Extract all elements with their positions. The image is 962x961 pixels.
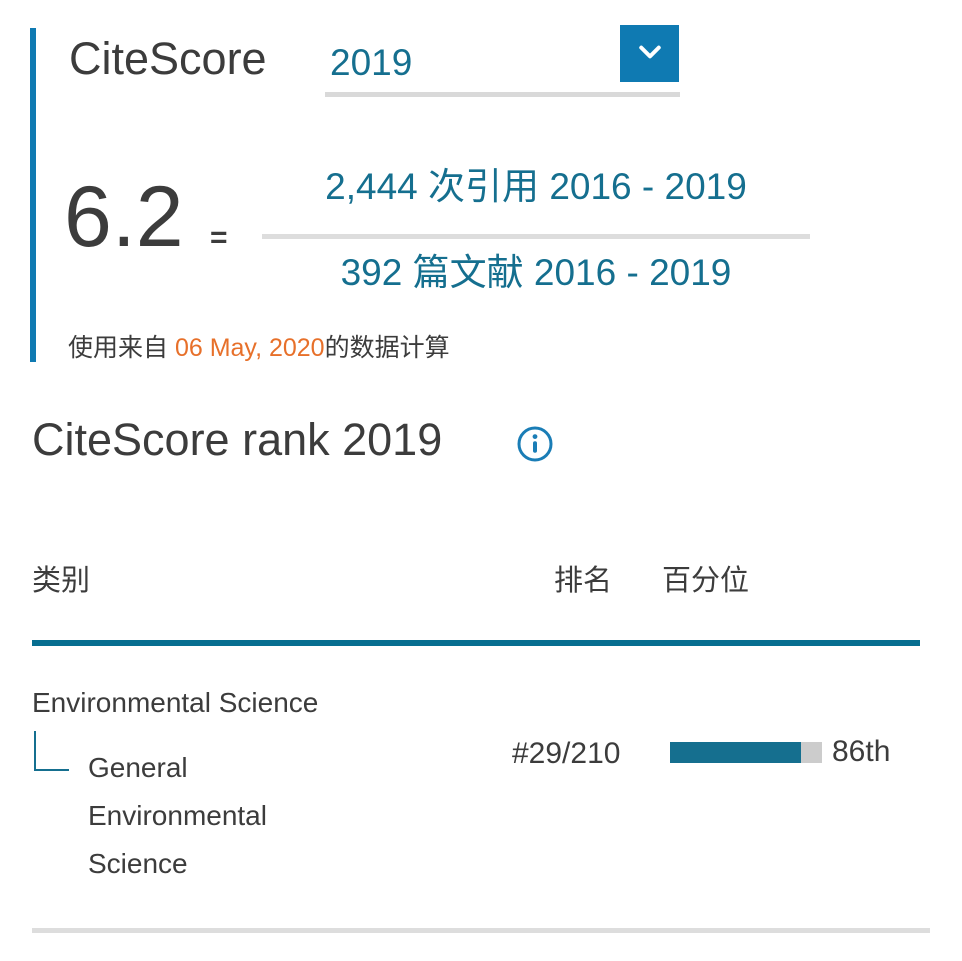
note-prefix: 使用来自 (68, 334, 175, 362)
info-icon (516, 451, 554, 466)
percentile-bar (670, 742, 822, 763)
note-date: 06 May, 2020 (175, 334, 325, 362)
citescore-value: 6.2 (64, 170, 184, 265)
calculation-note: 使用来自 06 May, 2020的数据计算 (68, 328, 450, 364)
rank-heading: CiteScore rank 2019 (32, 414, 442, 466)
info-button[interactable] (516, 425, 554, 463)
column-header-percentile: 百分位 (662, 557, 749, 599)
percentile-bar-fill (670, 742, 801, 763)
rank-value: #29/210 (512, 737, 620, 771)
chevron-down-icon (635, 37, 665, 70)
formula-denominator: 392 篇文献 2016 - 2019 (262, 239, 810, 299)
parent-category-label: Environmental Science (32, 687, 318, 719)
formula-numerator: 2,444 次引用 2016 - 2019 (262, 132, 810, 234)
accent-bar (30, 28, 36, 362)
tree-branch-icon (34, 731, 69, 771)
year-select-underline (325, 92, 680, 97)
note-suffix: 的数据计算 (325, 334, 450, 362)
year-select-value[interactable]: 2019 (330, 42, 412, 84)
citescore-title: CiteScore (69, 33, 267, 85)
citescore-formula: 2,444 次引用 2016 - 2019 392 篇文献 2016 - 201… (262, 132, 810, 299)
table-header-rule (32, 640, 920, 646)
year-dropdown-button[interactable] (620, 25, 679, 82)
column-header-category: 类别 (32, 557, 90, 599)
subcategory-label: General Environmental Science (88, 744, 340, 888)
column-header-rank: 排名 (554, 557, 612, 599)
row-divider (32, 928, 930, 933)
equals-sign: = (210, 221, 228, 255)
percentile-label: 86th (832, 735, 890, 769)
